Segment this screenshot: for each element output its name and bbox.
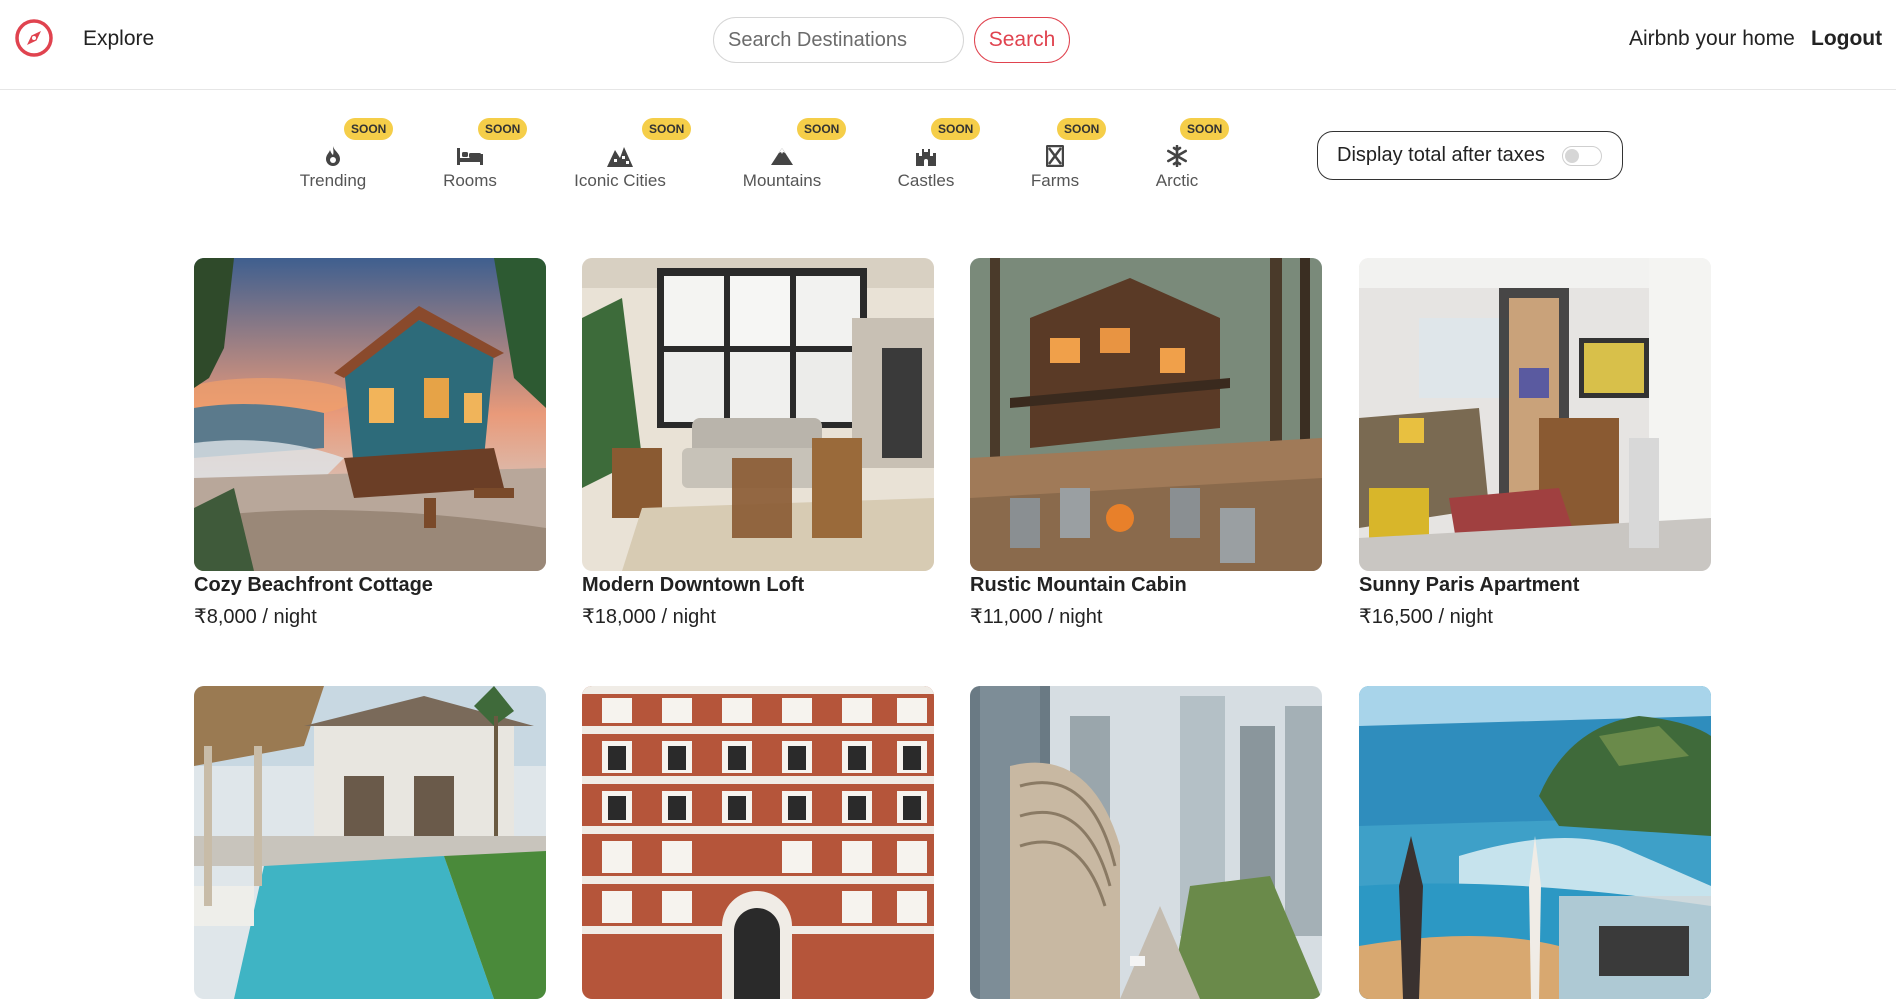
- price-unit: / night: [1432, 606, 1493, 628]
- filter-label: Mountains: [742, 171, 822, 190]
- listing-card[interactable]: Rustic Mountain Cabin ₹11,000 / night: [970, 258, 1322, 629]
- listing-card[interactable]: Sunny Paris Apartment ₹16,500 / night: [1359, 258, 1711, 629]
- listing-photo-paris-apartment[interactable]: [1359, 258, 1711, 571]
- filter-castles[interactable]: SOON Castles: [861, 118, 991, 198]
- listing-price: ₹8,000 / night: [194, 604, 546, 629]
- soon-badge: SOON: [1057, 118, 1107, 140]
- filter-label: Castles: [897, 171, 955, 190]
- soon-badge: SOON: [1180, 118, 1230, 140]
- listing-card[interactable]: Cozy Beachfront Cottage ₹8,000 / night: [194, 258, 546, 629]
- search-button[interactable]: Search: [974, 17, 1070, 63]
- price-amount: 11,000: [982, 606, 1043, 628]
- mountain-icon: [717, 143, 847, 169]
- listing-card[interactable]: [582, 686, 934, 999]
- soon-badge: SOON: [478, 118, 528, 140]
- filter-mountains[interactable]: SOON Mountains: [717, 118, 847, 198]
- filter-label: Iconic Cities: [574, 171, 666, 190]
- filter-label: Trending: [299, 171, 367, 190]
- filter-label: Rooms: [443, 171, 497, 190]
- farm-icon: [990, 143, 1120, 169]
- price-unit: / night: [256, 606, 317, 628]
- explore-link[interactable]: Explore: [83, 27, 154, 51]
- listing-photo-downtown-loft[interactable]: [582, 258, 934, 571]
- soon-badge: SOON: [642, 118, 692, 140]
- price-amount: 16,500: [1371, 606, 1433, 628]
- filter-farms[interactable]: SOON Farms: [990, 118, 1120, 198]
- currency-symbol: ₹: [194, 606, 207, 628]
- city-icon: [555, 143, 685, 169]
- tax-toggle-label: Display total after taxes: [1337, 144, 1545, 166]
- price-amount: 8,000: [206, 606, 257, 628]
- compass-logo-icon[interactable]: [14, 18, 54, 58]
- filter-label: Arctic: [1155, 171, 1199, 190]
- listing-price: ₹18,000 / night: [582, 604, 934, 629]
- search-input[interactable]: [713, 17, 964, 63]
- listing-price: ₹11,000 / night: [970, 604, 1322, 629]
- filter-rooms[interactable]: SOON Rooms: [405, 118, 535, 198]
- price-unit: / night: [655, 606, 716, 628]
- price-amount: 18,000: [594, 606, 656, 628]
- soon-badge: SOON: [797, 118, 847, 140]
- listing-card[interactable]: [194, 686, 546, 999]
- top-navbar: Explore Search Airbnb your home Logout: [0, 0, 1896, 90]
- snowflake-icon: [1112, 143, 1242, 169]
- filter-trending[interactable]: SOON Trending: [268, 118, 398, 198]
- soon-badge: SOON: [344, 118, 394, 140]
- listing-photo-brick-building[interactable]: [582, 686, 934, 999]
- listing-card[interactable]: [970, 686, 1322, 999]
- currency-symbol: ₹: [582, 606, 595, 628]
- listing-title: Rustic Mountain Cabin: [970, 574, 1187, 596]
- listing-photo-beach-cottage[interactable]: [194, 258, 546, 571]
- currency-symbol: ₹: [1359, 606, 1372, 628]
- tax-switch[interactable]: [1562, 146, 1602, 166]
- bed-icon: [405, 143, 535, 169]
- fire-icon: [268, 143, 398, 169]
- listing-card[interactable]: [1359, 686, 1711, 999]
- filter-arctic[interactable]: SOON Arctic: [1112, 118, 1242, 198]
- listing-title: Cozy Beachfront Cottage: [194, 574, 433, 596]
- listing-photo-city-towers[interactable]: [970, 686, 1322, 999]
- castle-icon: [861, 143, 991, 169]
- display-total-after-taxes-toggle[interactable]: Display total after taxes: [1317, 131, 1623, 180]
- filter-iconic-cities[interactable]: SOON Iconic Cities: [555, 118, 692, 198]
- price-unit: / night: [1042, 606, 1103, 628]
- airbnb-your-home-link[interactable]: Airbnb your home: [1629, 27, 1795, 51]
- logout-link[interactable]: Logout: [1811, 27, 1882, 51]
- listing-card[interactable]: Modern Downtown Loft ₹18,000 / night: [582, 258, 934, 629]
- soon-badge: SOON: [931, 118, 981, 140]
- listing-photo-pool-villa[interactable]: [194, 686, 546, 999]
- filter-label: Farms: [1030, 171, 1080, 190]
- listing-photo-coastal-view[interactable]: [1359, 686, 1711, 999]
- listing-title: Sunny Paris Apartment: [1359, 574, 1580, 596]
- listing-price: ₹16,500 / night: [1359, 604, 1711, 629]
- currency-symbol: ₹: [970, 606, 983, 628]
- listing-title: Modern Downtown Loft: [582, 574, 805, 596]
- switch-knob: [1565, 149, 1579, 163]
- listing-photo-mountain-cabin[interactable]: [970, 258, 1322, 571]
